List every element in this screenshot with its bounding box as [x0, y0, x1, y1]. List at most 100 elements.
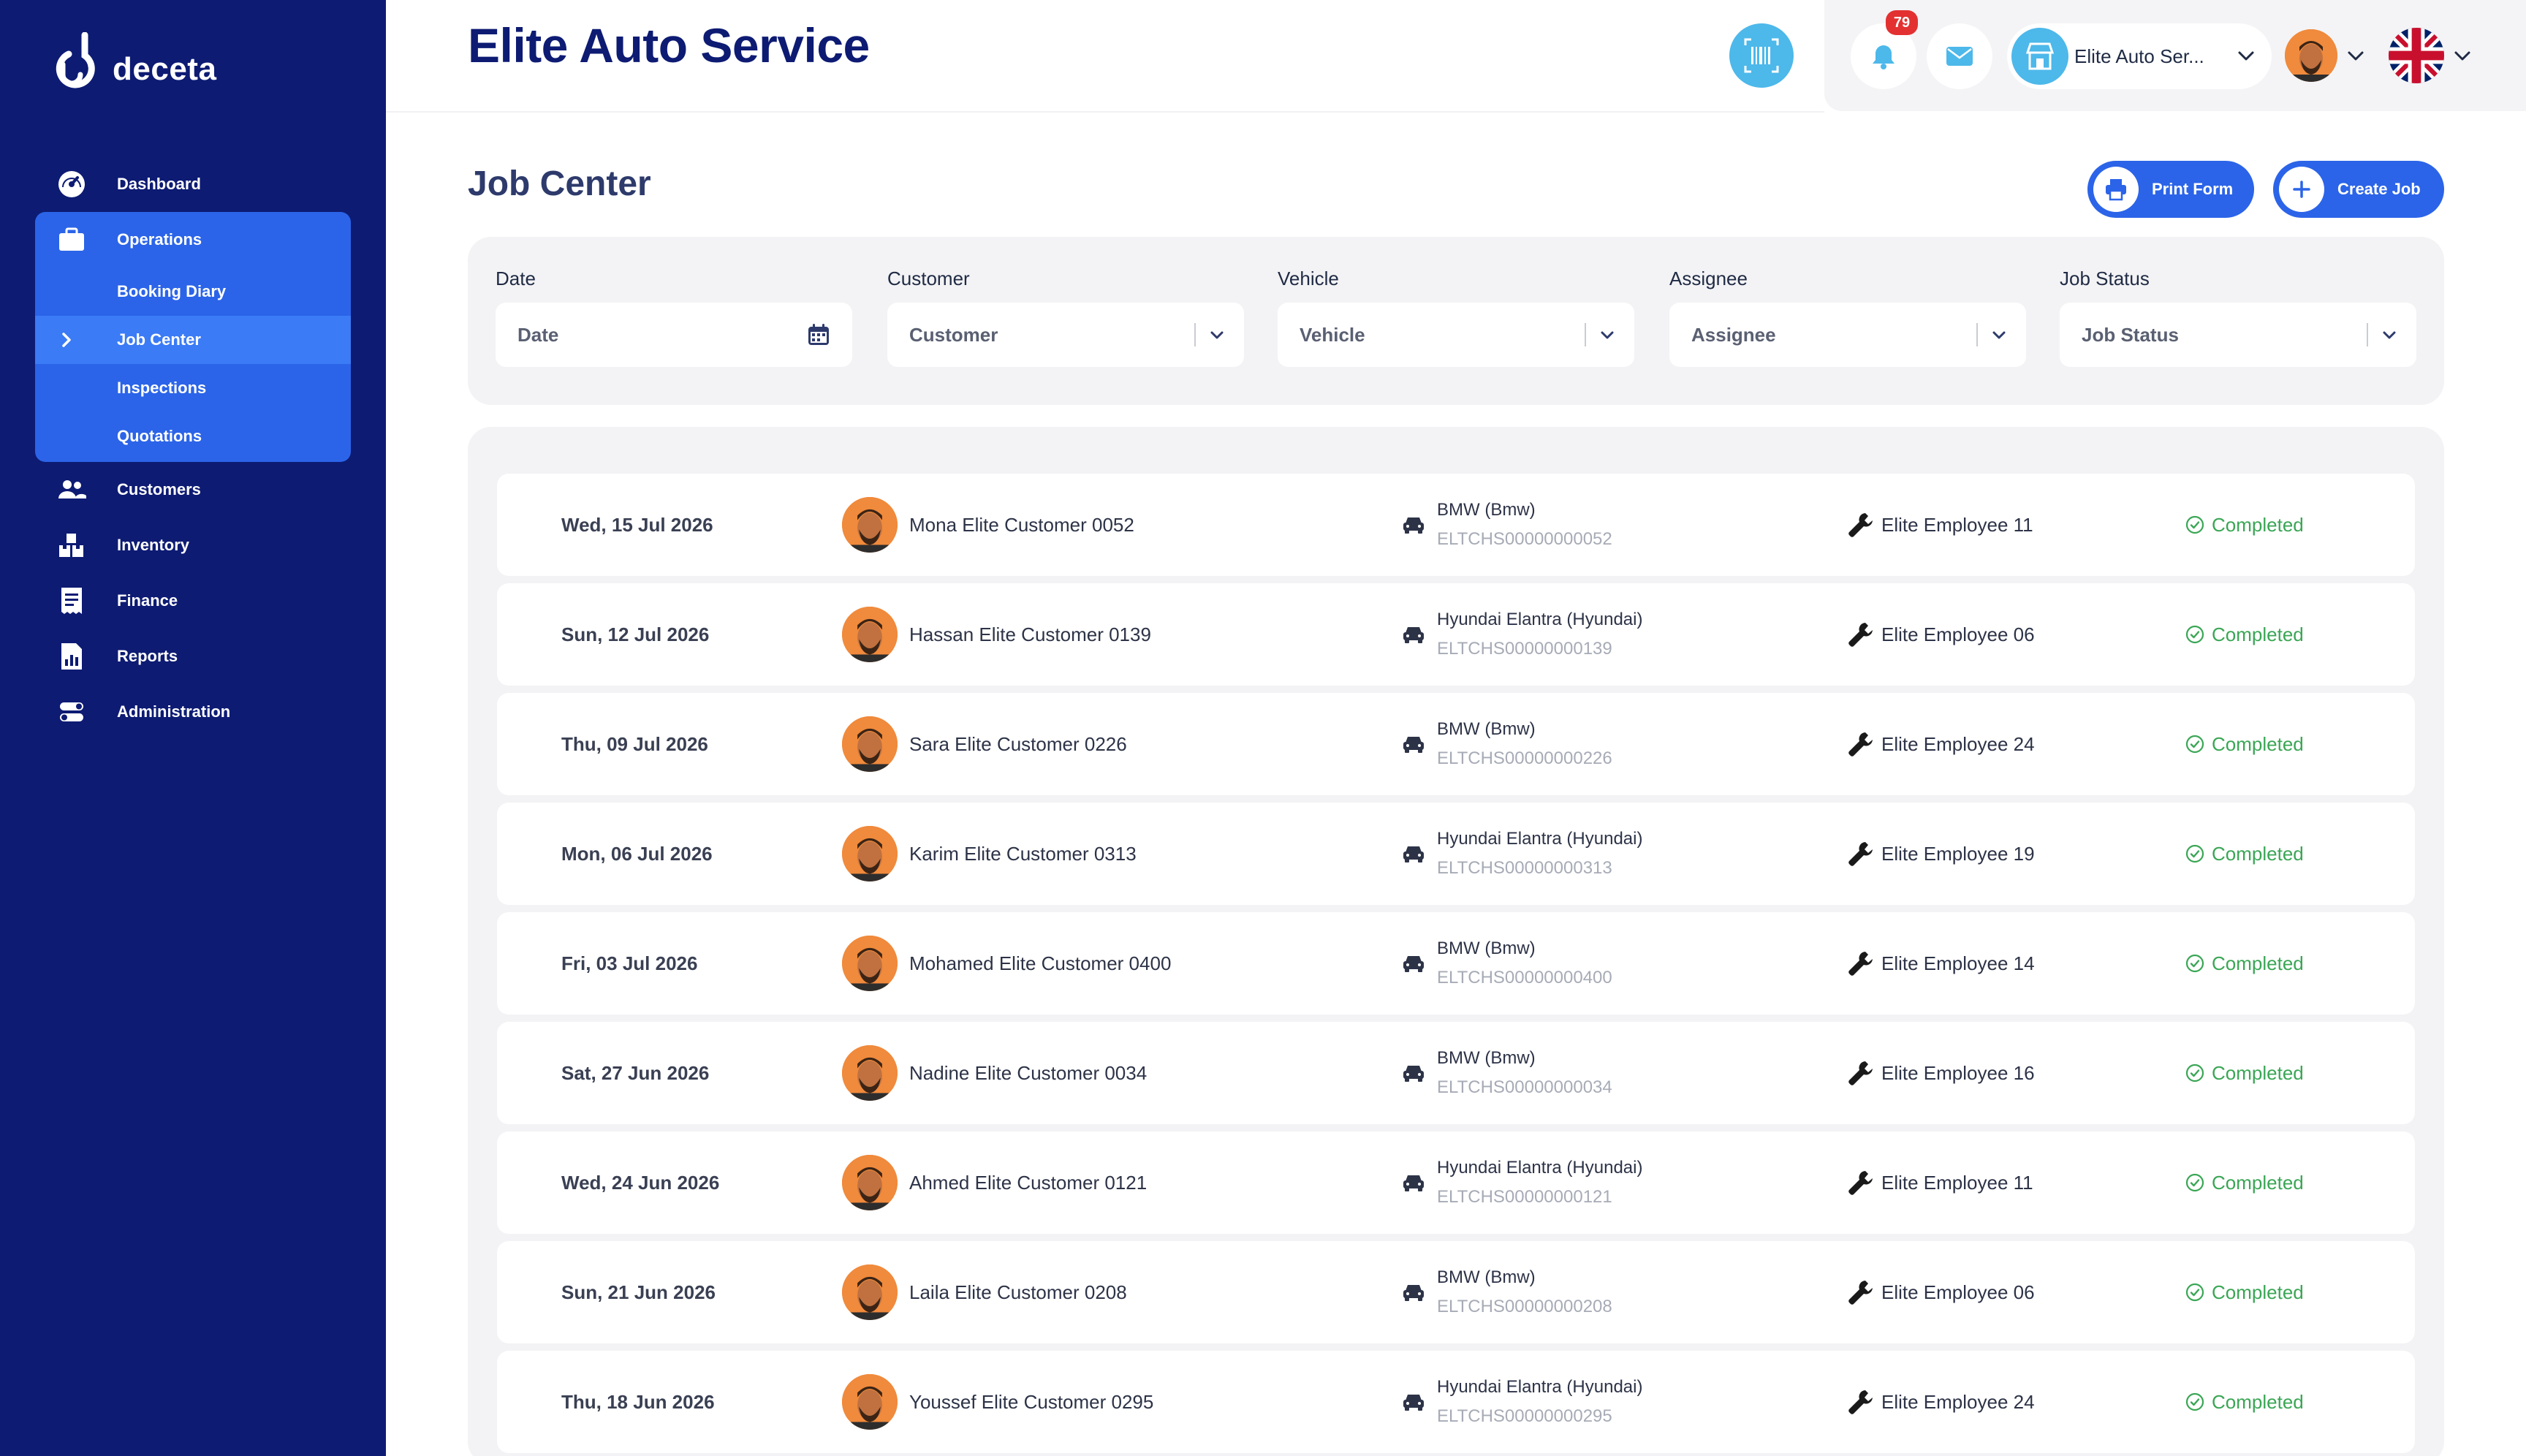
customer-avatar [842, 497, 898, 553]
header-divider [386, 111, 1824, 113]
job-row[interactable]: Thu, 09 Jul 2026 Sara Elite Customer 022… [497, 693, 2415, 795]
status-badge: Completed [2185, 583, 2304, 686]
customer-filter-select[interactable]: Customer [887, 303, 1244, 367]
filter-label-vehicle: Vehicle [1278, 268, 1339, 289]
job-status-filter-select[interactable]: Job Status [2060, 303, 2416, 367]
chevron-down-icon[interactable] [2345, 45, 2367, 67]
car-icon [1403, 1066, 1424, 1082]
customer-name: Youssef Elite Customer 0295 [909, 1390, 1154, 1413]
vehicle-code: ELTCHS00000000139 [1437, 639, 1612, 659]
vehicle-code: ELTCHS00000000208 [1437, 1297, 1612, 1316]
chevron-down-icon [2383, 331, 2396, 339]
customer-placeholder: Customer [909, 323, 998, 346]
job-row[interactable]: Mon, 06 Jul 2026 Karim Elite Customer 03… [497, 803, 2415, 905]
create-job-button[interactable]: Create Job [2273, 161, 2444, 218]
plus-icon [2279, 167, 2324, 212]
nav-label: Finance [117, 591, 178, 610]
job-row[interactable]: Wed, 24 Jun 2026 Ahmed Elite Customer 01… [497, 1131, 2415, 1234]
status-text: Completed [2212, 732, 2304, 755]
print-form-button[interactable]: Print Form [2087, 161, 2254, 218]
job-date: Sun, 21 Jun 2026 [561, 1281, 716, 1303]
nav-item-customers[interactable]: Customers [35, 462, 351, 517]
app-title: Elite Auto Service [468, 18, 870, 72]
vehicle-code: ELTCHS00000000226 [1437, 748, 1612, 768]
briefcase-icon [57, 225, 86, 254]
customer-avatar [842, 716, 898, 772]
nav-item-finance[interactable]: Finance [35, 573, 351, 629]
wrench-icon [1848, 513, 1873, 537]
job-row[interactable]: Sun, 12 Jul 2026 Hassan Elite Customer 0… [497, 583, 2415, 686]
job-row[interactable]: Sat, 27 Jun 2026 Nadine Elite Customer 0… [497, 1022, 2415, 1124]
nav-label: Customers [117, 480, 201, 498]
report-chart-icon [57, 642, 86, 671]
status-badge: Completed [2185, 1351, 2304, 1453]
job-date: Wed, 24 Jun 2026 [561, 1171, 720, 1194]
vehicle-name: BMW (Bmw) [1437, 1048, 1536, 1068]
nav-item-inventory[interactable]: Inventory [35, 517, 351, 573]
barcode-scan-button[interactable] [1729, 23, 1794, 88]
assignee-filter-select[interactable]: Assignee [1669, 303, 2026, 367]
brand-logo[interactable]: deceta [56, 32, 216, 96]
check-circle-icon [2185, 954, 2204, 973]
customer-name: Laila Elite Customer 0208 [909, 1281, 1127, 1303]
vehicle-name: BMW (Bmw) [1437, 500, 1536, 520]
sub-item-job-center[interactable]: Job Center [35, 316, 351, 364]
chevron-down-icon[interactable] [2451, 45, 2473, 67]
dashboard-gauge-icon [57, 170, 86, 199]
customer-avatar [842, 1374, 898, 1430]
language-flag-uk[interactable] [2389, 28, 2444, 83]
chevron-down-icon [1601, 331, 1614, 339]
wrench-icon [1848, 1281, 1873, 1305]
sub-item-quotations[interactable]: Quotations [35, 412, 351, 460]
sub-item-booking-diary[interactable]: Booking Diary [35, 268, 351, 316]
nav-item-operations[interactable]: Operations [35, 212, 351, 268]
toggles-icon [57, 697, 86, 727]
printer-icon [2093, 167, 2139, 212]
vehicle-name: Hyundai Elantra (Hyundai) [1437, 829, 1643, 849]
nav-item-dashboard[interactable]: Dashboard [35, 156, 351, 212]
assignee-name: Elite Employee 06 [1881, 1281, 2035, 1303]
customer-avatar [842, 936, 898, 991]
job-row[interactable]: Wed, 15 Jul 2026 Mona Elite Customer 005… [497, 474, 2415, 576]
status-text: Completed [2212, 513, 2304, 536]
boxes-icon [57, 531, 86, 560]
job-row[interactable]: Sun, 21 Jun 2026 Laila Elite Customer 02… [497, 1241, 2415, 1343]
wrench-icon [1848, 1390, 1873, 1414]
job-list: Wed, 15 Jul 2026 Mona Elite Customer 005… [468, 427, 2444, 1456]
status-text: Completed [2212, 952, 2304, 974]
status-text: Completed [2212, 1171, 2304, 1194]
vehicle-filter-select[interactable]: Vehicle [1278, 303, 1634, 367]
vehicle-code: ELTCHS00000000400 [1437, 968, 1612, 987]
customer-name: Ahmed Elite Customer 0121 [909, 1171, 1148, 1194]
messages-button[interactable] [1927, 23, 1992, 89]
job-date: Sat, 27 Jun 2026 [561, 1061, 710, 1084]
wrench-icon [1848, 842, 1873, 866]
nav-item-reports[interactable]: Reports [35, 629, 351, 684]
status-text: Completed [2212, 842, 2304, 865]
car-icon [1403, 627, 1424, 643]
customer-avatar [842, 607, 898, 662]
job-date: Thu, 09 Jul 2026 [561, 732, 708, 755]
nav-item-administration[interactable]: Administration [35, 684, 351, 740]
status-text: Completed [2212, 1061, 2304, 1084]
store-selector[interactable]: Elite Auto Ser... [2007, 23, 2272, 89]
job-row[interactable]: Fri, 03 Jul 2026 Mohamed Elite Customer … [497, 912, 2415, 1015]
nav-label: Dashboard [117, 175, 201, 193]
sub-item-label: Quotations [117, 427, 202, 445]
status-text: Completed [2212, 1390, 2304, 1413]
person-avatar-icon [842, 1045, 898, 1101]
date-filter-input[interactable]: Date [496, 303, 852, 367]
page-title: Job Center [468, 164, 651, 203]
status-badge: Completed [2185, 1022, 2304, 1124]
brand-name: deceta [113, 51, 217, 87]
sub-item-inspections[interactable]: Inspections [35, 364, 351, 412]
assignee-name: Elite Employee 16 [1881, 1061, 2035, 1084]
nav-group-operations: Operations Booking Diary Job Center Insp… [35, 212, 351, 462]
user-avatar[interactable] [2285, 29, 2337, 82]
job-row[interactable]: Thu, 18 Jun 2026 Youssef Elite Customer … [497, 1351, 2415, 1453]
vehicle-code: ELTCHS00000000295 [1437, 1406, 1612, 1426]
status-badge: Completed [2185, 693, 2304, 795]
nav-label: Inventory [117, 536, 190, 554]
bell-icon [1873, 45, 1894, 69]
customer-name: Mohamed Elite Customer 0400 [909, 952, 1172, 974]
